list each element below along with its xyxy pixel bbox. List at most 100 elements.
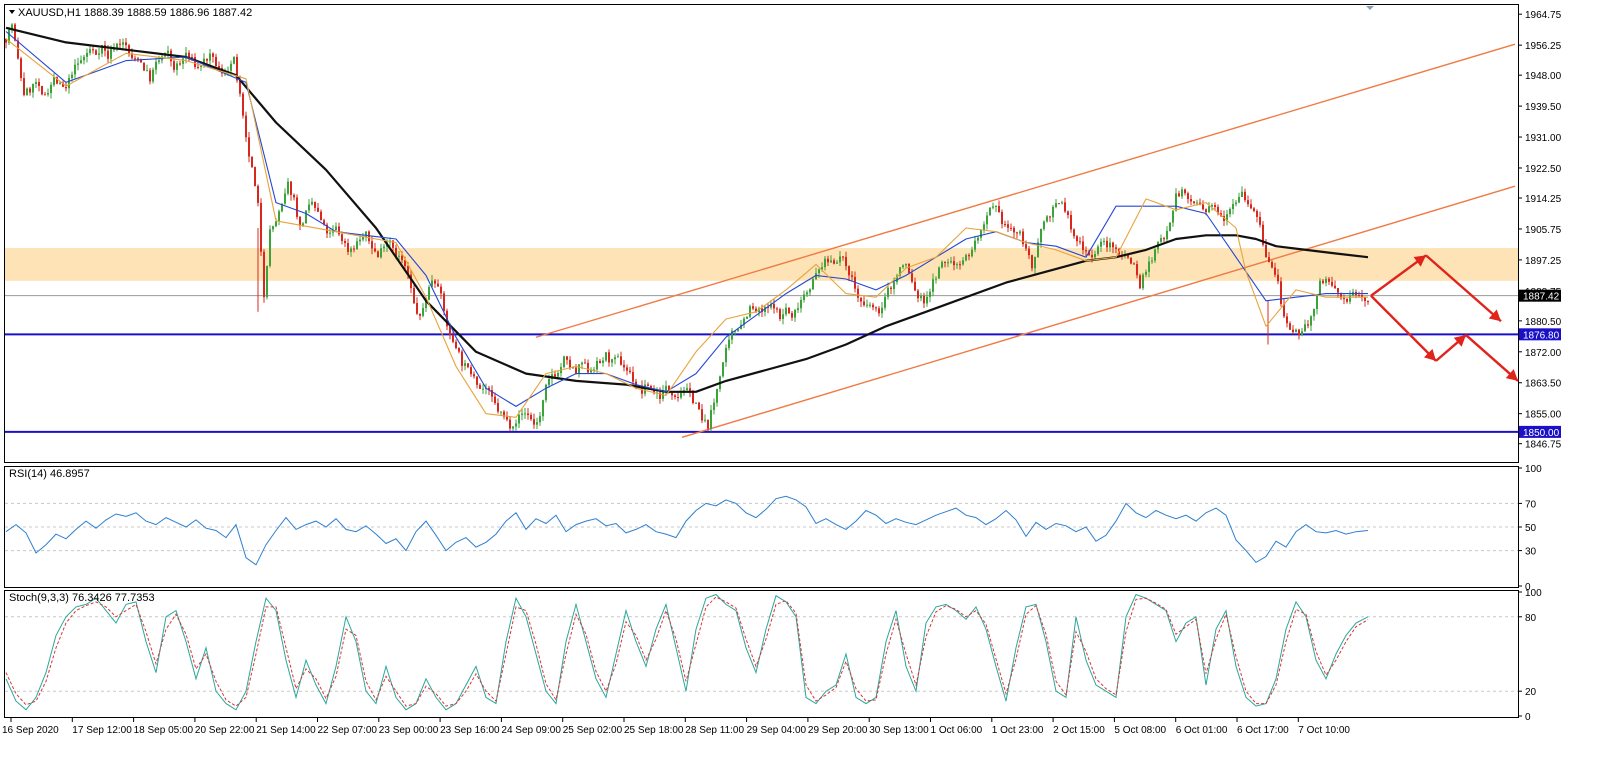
bear-candle bbox=[620, 356, 622, 365]
bear-candle bbox=[1298, 329, 1300, 336]
bear-candle bbox=[461, 351, 463, 366]
bear-candle bbox=[1013, 227, 1015, 233]
bull-candle bbox=[158, 60, 160, 62]
bull-candle bbox=[884, 296, 886, 308]
chart-canvas[interactable]: 1964.75 1956.25 1948.00 1939.50 1931.00 1922.… bbox=[0, 0, 1619, 752]
bull-candle bbox=[1235, 202, 1237, 205]
bull-candle bbox=[230, 63, 232, 71]
bull-candle bbox=[545, 384, 547, 401]
bull-candle bbox=[1094, 253, 1096, 258]
bull-candle bbox=[1043, 221, 1045, 229]
bear-candle bbox=[1367, 300, 1369, 302]
price-tick-label: 1863.50 bbox=[1525, 379, 1562, 390]
bear-candle bbox=[569, 359, 571, 368]
bull-candle bbox=[308, 204, 310, 211]
bear-candle bbox=[1337, 288, 1339, 293]
bull-candle bbox=[1148, 261, 1150, 272]
bull-candle bbox=[1241, 191, 1243, 197]
bull-candle bbox=[1154, 249, 1156, 261]
bear-candle bbox=[401, 255, 403, 261]
bull-candle bbox=[1142, 274, 1144, 289]
bear-candle bbox=[434, 280, 436, 284]
bear-candle bbox=[890, 287, 892, 290]
bull-candle bbox=[284, 193, 286, 204]
bull-candle bbox=[785, 307, 787, 315]
bear-candle bbox=[1193, 201, 1195, 204]
bull-candle bbox=[1211, 205, 1213, 207]
price-tick-label: 1914.25 bbox=[1525, 194, 1562, 205]
bear-candle bbox=[842, 256, 844, 258]
bear-candle bbox=[1112, 242, 1114, 248]
bear-candle bbox=[473, 374, 475, 377]
bull-candle bbox=[47, 93, 49, 95]
bull-candle bbox=[1319, 280, 1321, 296]
bear-candle bbox=[968, 255, 970, 257]
bull-candle bbox=[200, 65, 202, 68]
bull-candle bbox=[524, 413, 526, 415]
bear-candle bbox=[1091, 254, 1093, 258]
time-tick-label: 29 Sep 20:00 bbox=[808, 725, 868, 736]
bull-candle bbox=[1295, 329, 1297, 333]
bear-candle bbox=[872, 304, 874, 308]
bear-candle bbox=[341, 234, 343, 242]
bull-candle bbox=[83, 56, 85, 61]
trading-chart[interactable]: 1964.75 1956.25 1948.00 1939.50 1931.00 1922.… bbox=[0, 0, 1619, 752]
bear-candle bbox=[752, 306, 754, 309]
bull-candle bbox=[71, 74, 73, 79]
bear-candle bbox=[1307, 324, 1309, 326]
bull-candle bbox=[728, 339, 730, 348]
bull-candle bbox=[77, 63, 79, 65]
bear-candle bbox=[467, 363, 469, 368]
bear-candle bbox=[827, 258, 829, 263]
time-tick-label: 16 Sep 2020 bbox=[2, 725, 59, 736]
bull-candle bbox=[617, 356, 619, 358]
bear-candle bbox=[41, 85, 43, 95]
bear-candle bbox=[1346, 298, 1348, 302]
bear-candle bbox=[506, 416, 508, 420]
bear-candle bbox=[1139, 275, 1141, 289]
bear-candle bbox=[173, 61, 175, 70]
bull-candle bbox=[938, 267, 940, 279]
bull-candle bbox=[1061, 202, 1063, 204]
bear-candle bbox=[1136, 263, 1138, 276]
bear-candle bbox=[1067, 211, 1069, 215]
time-tick-label: 1 Oct 23:00 bbox=[992, 725, 1044, 736]
bear-candle bbox=[1184, 189, 1186, 194]
bull-candle bbox=[929, 291, 931, 297]
bear-candle bbox=[377, 251, 379, 258]
bear-candle bbox=[239, 80, 241, 94]
bull-candle bbox=[1034, 256, 1036, 269]
time-tick-label: 23 Sep 00:00 bbox=[379, 725, 439, 736]
bear-candle bbox=[1202, 204, 1204, 210]
time-tick-label: 5 Oct 08:00 bbox=[1114, 725, 1166, 736]
bear-candle bbox=[1178, 193, 1180, 197]
bull-candle bbox=[1040, 228, 1042, 243]
bear-candle bbox=[206, 58, 208, 61]
bull-candle bbox=[563, 356, 565, 368]
bull-candle bbox=[26, 88, 28, 95]
bear-candle bbox=[194, 57, 196, 67]
price-tick-label: 1905.75 bbox=[1525, 225, 1562, 236]
bear-candle bbox=[908, 263, 910, 274]
bear-candle bbox=[944, 261, 946, 263]
bull-candle bbox=[800, 300, 802, 309]
bear-candle bbox=[776, 308, 778, 310]
bear-candle bbox=[371, 241, 373, 249]
price-tick-label: 1872.00 bbox=[1525, 348, 1562, 359]
bear-candle bbox=[248, 137, 250, 157]
bear-candle bbox=[374, 248, 376, 252]
bull-candle bbox=[1181, 189, 1183, 197]
bull-candle bbox=[1316, 295, 1318, 310]
bear-candle bbox=[320, 211, 322, 221]
bear-candle bbox=[1106, 240, 1108, 248]
bear-candle bbox=[314, 201, 316, 208]
bull-candle bbox=[464, 363, 466, 366]
bull-candle bbox=[977, 237, 979, 241]
bull-candle bbox=[839, 256, 841, 263]
bull-candle bbox=[989, 207, 991, 216]
bull-candle bbox=[611, 359, 613, 363]
bull-candle bbox=[971, 249, 973, 257]
time-tick-label: 1 Oct 06:00 bbox=[931, 725, 983, 736]
bull-candle bbox=[53, 77, 55, 85]
bull-candle bbox=[380, 248, 382, 258]
